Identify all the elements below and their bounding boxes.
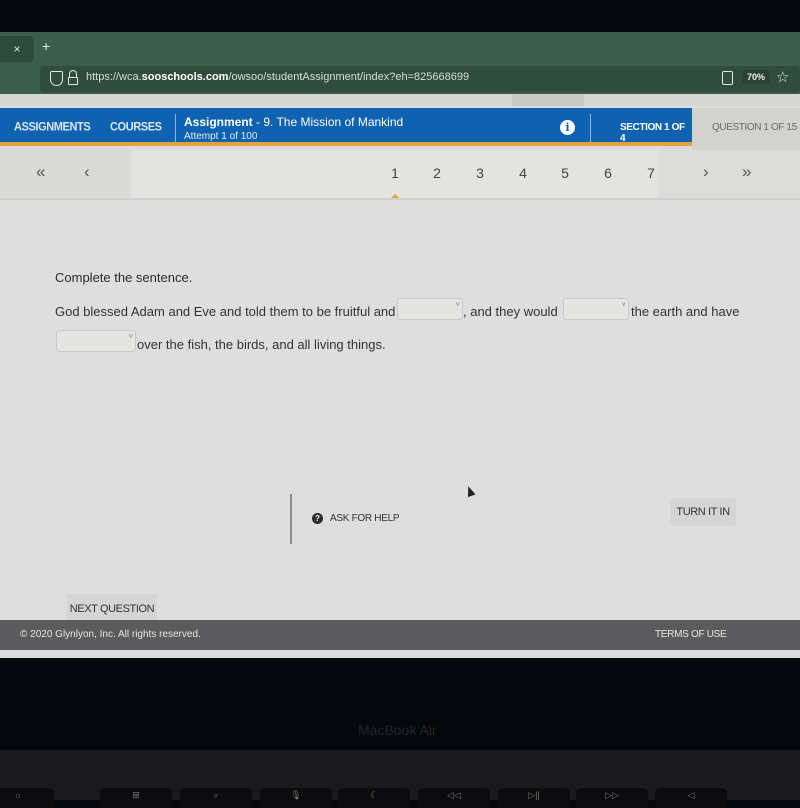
lock-icon[interactable] [68,70,78,86]
laptop-bezel: MacBook Air ☼ ⊞ ⌕ 🎙 ☾ ◁◁ ▷|| ▷▷ ◁ [0,658,800,808]
assignment-title: Assignment - 9. The Mission of Mankind [184,115,404,129]
first-page-button[interactable]: « [36,162,45,182]
blank-dropdown-3[interactable]: ˅ [56,330,136,352]
web-page: ASSIGNMENTS COURSES Assignment - 9. The … [0,94,800,658]
rewind-key: ◁◁ [418,788,490,808]
terms-of-use-link[interactable]: TERMS OF USE [655,629,727,640]
sentence-text-4: over the fish, the birds, and all living… [137,337,386,352]
blank-dropdown-1[interactable]: ˅ [397,298,463,320]
new-tab-button[interactable]: + [42,38,50,54]
mission-control-key: ⊞ [100,788,172,808]
page-3[interactable]: 3 [473,165,487,181]
question-pager: « ‹ 1 2 3 4 5 6 7 › » [0,150,800,202]
brightness-key: ☼ [0,788,54,808]
dnd-key: ☾ [338,788,410,808]
prev-page-button[interactable]: ‹ [84,162,90,182]
ask-for-help-link[interactable]: ASK FOR HELP [330,513,400,524]
nav-divider [590,114,591,142]
dictation-key: 🎙 [260,788,332,808]
address-bar[interactable]: https://wca.sooschools.com/owsoo/student… [40,66,800,92]
mute-key: ◁ [655,788,727,808]
nav-assignments-link[interactable]: ASSIGNMENTS [14,120,91,133]
next-page-button[interactable]: › [703,162,709,182]
info-icon[interactable]: i [560,120,575,135]
page-6[interactable]: 6 [601,165,615,181]
page-5[interactable]: 5 [558,165,572,181]
question-prompt: Complete the sentence. [55,270,193,285]
page-2[interactable]: 2 [430,165,444,181]
chevron-down-icon: ˅ [455,300,460,309]
help-icon[interactable]: ? [312,513,323,524]
actions-divider [290,494,292,544]
browser-chrome: × + https://wca.sooschools.com/owsoo/stu… [0,32,800,94]
chevron-down-icon: ˅ [621,300,626,309]
reader-view-icon[interactable] [722,71,733,85]
attempt-counter: Attempt 1 of 100 [184,131,258,142]
url-text[interactable]: https://wca.sooschools.com/owsoo/student… [86,71,469,83]
section-indicator: SECTION 1 OF 4 [620,122,685,144]
page-1[interactable]: 1 [388,165,402,181]
mouse-cursor [464,484,476,498]
turn-it-in-button[interactable]: TURN IT IN [670,498,736,526]
page-7[interactable]: 7 [644,165,658,181]
play-pause-key: ▷|| [498,788,570,808]
question-content: Complete the sentence. God blessed Adam … [0,200,800,620]
screen-bezel-top [0,0,800,32]
page-4[interactable]: 4 [516,165,530,181]
zoom-level-badge[interactable]: 70% [742,70,771,84]
device-label: MacBook Air [358,722,437,738]
question-indicator-panel: QUESTION 1 OF 15 [692,108,800,150]
copyright-text: © 2020 Glynlyon, Inc. All rights reserve… [20,629,201,640]
keyboard-row: ☼ ⊞ ⌕ 🎙 ☾ ◁◁ ▷|| ▷▷ ◁ [0,750,800,808]
nav-divider [175,114,176,142]
search-key: ⌕ [180,788,252,808]
last-page-button[interactable]: » [742,162,751,182]
shield-icon[interactable] [50,71,63,86]
page-footer: © 2020 Glynlyon, Inc. All rights reserve… [0,620,800,650]
blank-dropdown-2[interactable]: ˅ [563,298,629,320]
sentence-text-2: , and they would [463,304,558,319]
top-navigation-bar: ASSIGNMENTS COURSES Assignment - 9. The … [0,108,692,146]
question-indicator: QUESTION 1 OF 15 [712,122,797,133]
top-strip [0,94,800,106]
fast-forward-key: ▷▷ [576,788,648,808]
sentence-text-1: God blessed Adam and Eve and told them t… [55,304,396,319]
chevron-down-icon: ˅ [128,332,133,341]
close-icon[interactable]: × [13,42,20,56]
bookmark-star-icon[interactable]: ☆ [776,68,789,86]
tab-close-button[interactable]: × [0,36,34,62]
sentence-text-3: the earth and have [631,304,740,319]
nav-courses-link[interactable]: COURSES [110,120,162,133]
